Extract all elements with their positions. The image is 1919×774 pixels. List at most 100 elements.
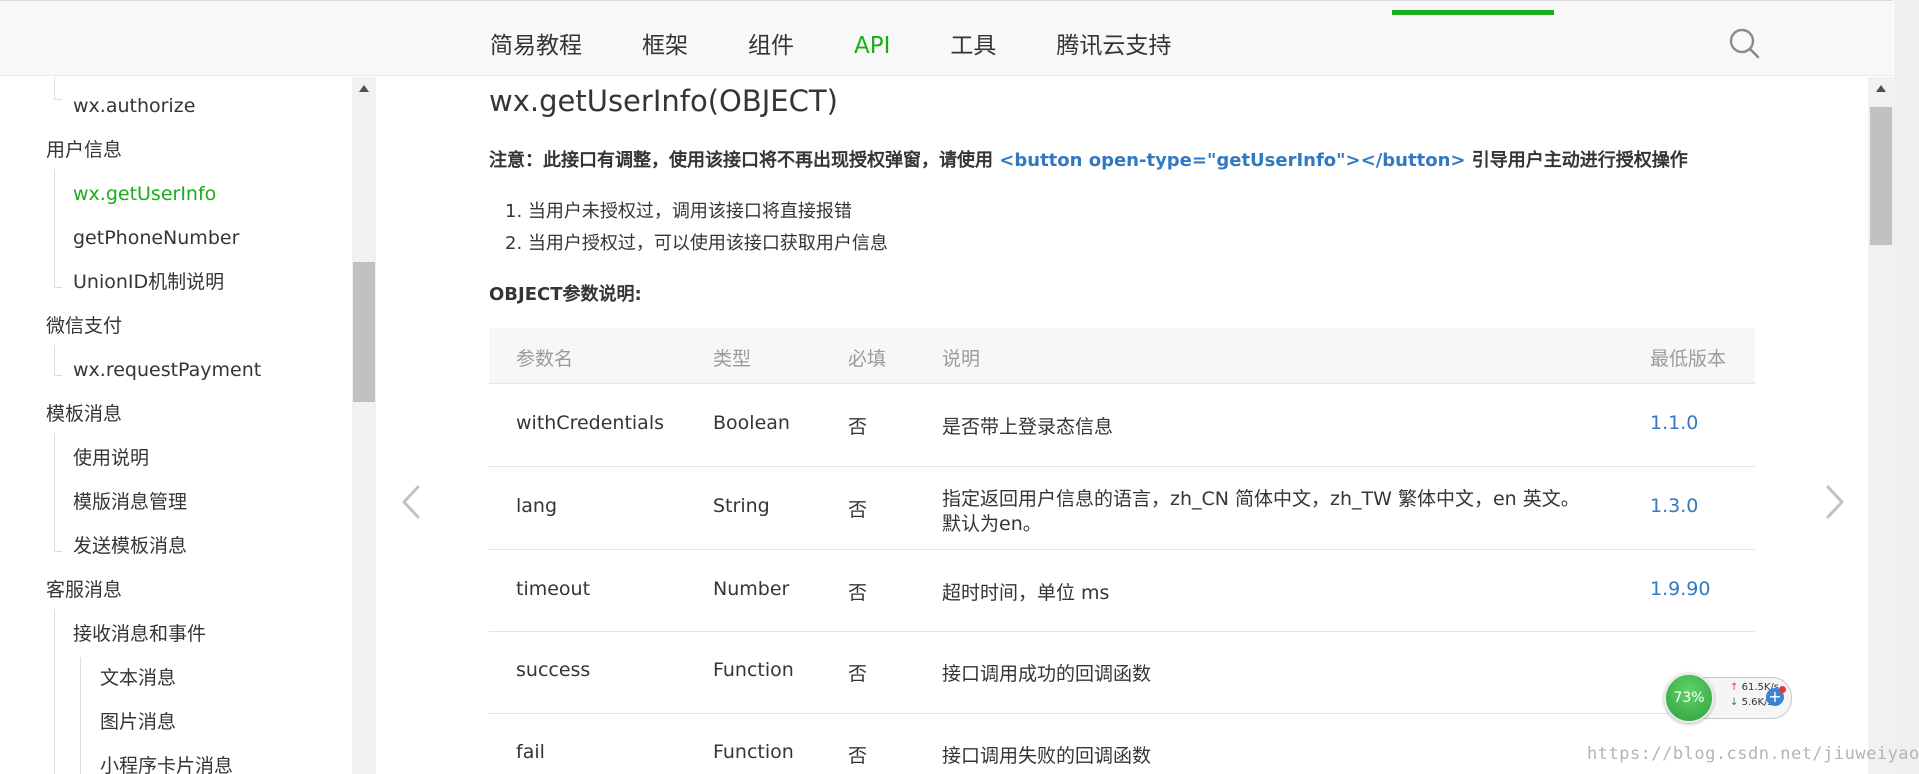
nav-item-tutorial[interactable]: 简易教程: [490, 29, 582, 63]
sidebar-item-send-template[interactable]: 发送模板消息: [73, 533, 187, 559]
table-row: fail Function 否 接口调用失败的回调函数: [489, 713, 1755, 774]
list-number: 1.: [505, 201, 528, 222]
sidebar-scrollbar[interactable]: [352, 77, 376, 774]
ordered-list: 1. 当用户未授权过，调用该接口将直接报错 2. 当用户授权过，可以使用该接口获…: [505, 196, 888, 260]
header-min-version: 最低版本: [1650, 348, 1727, 370]
table-row: lang String 否 指定返回用户信息的语言，zh_CN 简体中文，zh_…: [489, 466, 1755, 549]
cell-type: Function: [713, 659, 794, 681]
cell-type: Number: [713, 578, 790, 600]
tree-line: [54, 169, 55, 287]
watermark: https://blog.csdn.net/jiuweiyaoy: [1587, 744, 1919, 764]
scroll-up-arrow-icon[interactable]: [359, 85, 369, 92]
nav-item-framework[interactable]: 框架: [642, 29, 688, 63]
table-row: success Function 否 接口调用成功的回调函数: [489, 631, 1755, 713]
sidebar-item-getphonenumber[interactable]: getPhoneNumber: [73, 225, 239, 251]
scroll-up-arrow-icon[interactable]: [1876, 85, 1886, 92]
list-number: 2.: [505, 233, 528, 254]
sidebar-item-customer-service[interactable]: 客服消息: [46, 577, 122, 603]
memory-usage-badge[interactable]: 73%: [1664, 673, 1714, 723]
tree-tick: [54, 375, 62, 376]
nav-item-tools[interactable]: 工具: [950, 29, 996, 63]
table-row: timeout Number 否 超时时间，单位 ms 1.9.90: [489, 549, 1755, 631]
tree-line: [54, 433, 55, 551]
cell-required: 否: [848, 663, 868, 685]
cell-version: 1.3.0: [1650, 495, 1699, 517]
list-item: 2. 当用户授权过，可以使用该接口获取用户信息: [505, 228, 888, 260]
sidebar-item-usage[interactable]: 使用说明: [73, 445, 149, 471]
nav-item-api[interactable]: API: [854, 29, 890, 63]
section-title: OBJECT参数说明:: [489, 284, 642, 305]
cell-name: fail: [516, 741, 545, 763]
params-table: 参数名 类型 必填 说明 最低版本 withCredentials Boolea…: [489, 328, 1755, 774]
cell-name: withCredentials: [516, 412, 665, 434]
tree-tick: [54, 99, 62, 100]
cell-description: 接口调用成功的回调函数: [942, 663, 1152, 685]
sidebar-item-image-message[interactable]: 图片消息: [100, 709, 176, 735]
window-edge: [1894, 0, 1919, 774]
sidebar-item-text-message[interactable]: 文本消息: [100, 665, 176, 691]
table-header: 参数名 类型 必填 说明 最低版本: [489, 328, 1755, 383]
header-name: 参数名: [516, 348, 574, 370]
list-item-text: 当用户授权过，可以使用该接口获取用户信息: [527, 233, 888, 254]
sidebar-item-template-message[interactable]: 模板消息: [46, 401, 122, 427]
main-scrollbar[interactable]: [1868, 77, 1894, 774]
cell-required: 否: [848, 416, 868, 438]
page-title: wx.getUserInfo(OBJECT): [489, 84, 838, 118]
tree-line: [54, 345, 55, 375]
cell-description: 接口调用失败的回调函数: [942, 745, 1152, 767]
tree-line: [80, 657, 81, 774]
cell-name: lang: [516, 495, 558, 517]
cell-description: 是否带上登录态信息: [942, 416, 1114, 438]
tree-tick: [54, 551, 62, 552]
top-navigation: 简易教程 框架 组件 API 工具 腾讯云支持: [0, 0, 1893, 76]
main-scrollbar-thumb[interactable]: [1870, 107, 1892, 245]
nav-item-components[interactable]: 组件: [748, 29, 794, 63]
nav-item-tencent-cloud[interactable]: 腾讯云支持: [1056, 29, 1171, 63]
sidebar-item-template-management[interactable]: 模版消息管理: [73, 489, 187, 515]
tree-line: [54, 77, 55, 99]
header-type: 类型: [713, 348, 752, 370]
header-required: 必填: [848, 348, 887, 370]
header-description: 说明: [942, 348, 981, 370]
cell-version: 1.9.90: [1650, 578, 1711, 600]
sidebar-item-wechat-pay[interactable]: 微信支付: [46, 313, 122, 339]
notice-suffix: 引导用户主动进行授权操作: [1471, 150, 1688, 171]
sidebar-scrollbar-thumb[interactable]: [353, 262, 375, 402]
download-arrow-icon: ↓: [1730, 697, 1739, 708]
sidebar: wx.authorize 用户信息 wx.getUserInfo getPhon…: [0, 77, 376, 774]
notification-dot: [1779, 686, 1786, 693]
sidebar-item-unionid[interactable]: UnionID机制说明: [73, 269, 224, 295]
cell-name: success: [516, 659, 591, 681]
notice-code: <button open-type="getUserInfo"></button…: [999, 150, 1466, 171]
cell-description-line2: 默认为en。: [942, 513, 1042, 535]
sidebar-item-wx-getuserinfo[interactable]: wx.getUserInfo: [73, 181, 216, 207]
notice: 注意：此接口有调整，使用该接口将不再出现授权弹窗，请使用 <button ope…: [489, 146, 1688, 172]
cell-required: 否: [848, 745, 868, 767]
cell-type: String: [713, 495, 770, 517]
next-page-chevron-icon[interactable]: [1822, 483, 1848, 521]
sidebar-item-wx-requestpayment[interactable]: wx.requestPayment: [73, 357, 261, 383]
list-item: 1. 当用户未授权过，调用该接口将直接报错: [505, 196, 888, 228]
tree-tick: [54, 287, 62, 288]
sidebar-item-miniprogram-card[interactable]: 小程序卡片消息: [100, 753, 233, 774]
sidebar-item-wx-authorize[interactable]: wx.authorize: [73, 93, 195, 119]
upload-arrow-icon: ↑: [1730, 682, 1739, 693]
tree-line: [54, 609, 55, 774]
cell-type: Boolean: [713, 412, 790, 434]
cell-description: 超时时间，单位 ms: [942, 582, 1110, 604]
nav-active-indicator: [1392, 10, 1554, 15]
cell-version: 1.1.0: [1650, 412, 1699, 434]
nav-menu: 简易教程 框架 组件 API 工具 腾讯云支持: [490, 29, 1231, 63]
list-item-text: 当用户未授权过，调用该接口将直接报错: [527, 201, 852, 222]
notice-prefix: 注意：此接口有调整，使用该接口将不再出现授权弹窗，请使用: [489, 150, 993, 171]
search-icon[interactable]: [1728, 27, 1762, 61]
sidebar-item-user-info[interactable]: 用户信息: [46, 137, 122, 163]
prev-page-chevron-icon[interactable]: [398, 483, 424, 521]
cell-name: timeout: [516, 578, 591, 600]
table-row: withCredentials Boolean 否 是否带上登录态信息 1.1.…: [489, 383, 1755, 466]
cell-required: 否: [848, 582, 868, 604]
cell-required: 否: [848, 499, 868, 521]
cell-type: Function: [713, 741, 794, 763]
cell-description: 指定返回用户信息的语言，zh_CN 简体中文，zh_TW 繁体中文，en 英文。: [942, 488, 1580, 510]
sidebar-item-receive-events[interactable]: 接收消息和事件: [73, 621, 206, 647]
